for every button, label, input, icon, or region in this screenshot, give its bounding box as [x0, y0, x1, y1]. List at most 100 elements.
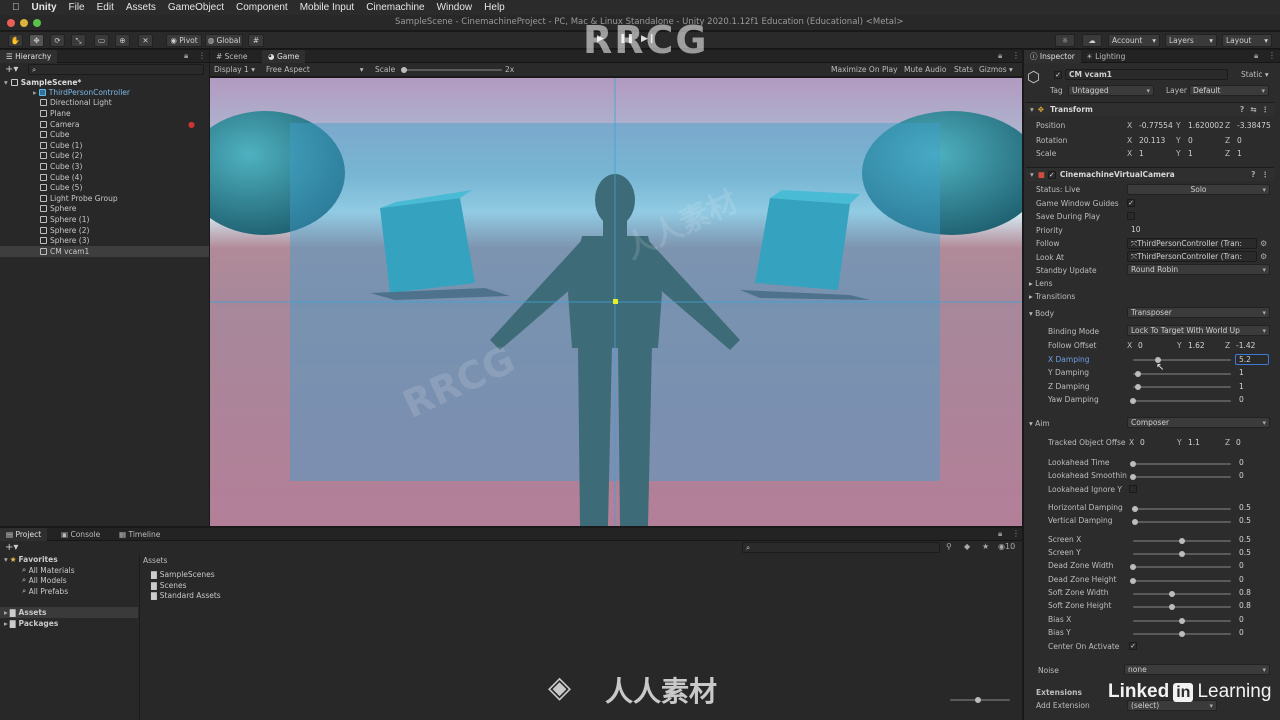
- z-damping-value[interactable]: 1: [1239, 382, 1244, 391]
- rotation-x-field[interactable]: 20.113: [1135, 135, 1175, 146]
- aim-2-slider-handle[interactable]: [1131, 506, 1138, 512]
- aim-11-slider-handle[interactable]: [1179, 631, 1185, 637]
- maximize-on-play-toggle[interactable]: Maximize On Play: [831, 65, 898, 74]
- menu-cinemachine[interactable]: Cinemachine: [366, 2, 424, 13]
- body-dropdown[interactable]: Transposer: [1127, 307, 1270, 318]
- more-icon[interactable]: ⋮: [1012, 51, 1020, 60]
- stats-toggle[interactable]: Stats: [954, 65, 973, 74]
- z-damping-slider[interactable]: [1133, 386, 1231, 388]
- hierarchy-item[interactable]: Cube (1): [0, 140, 209, 151]
- more-icon[interactable]: ⋮: [198, 51, 206, 60]
- hierarchy-item[interactable]: Cube (2): [0, 151, 209, 162]
- icon-size-slider-handle[interactable]: [975, 697, 981, 703]
- center-on-activate-checkbox[interactable]: ✓: [1129, 642, 1137, 650]
- lens-foldout[interactable]: ▸ Lens: [1029, 279, 1052, 288]
- project-search-input[interactable]: ⌕: [742, 542, 940, 553]
- layers-dropdown[interactable]: Layers ▾: [1165, 34, 1217, 47]
- cloud-icon[interactable]: ☁: [1082, 34, 1102, 47]
- grid-snap-icon[interactable]: #: [248, 34, 264, 47]
- aim-9-slider[interactable]: [1133, 606, 1231, 608]
- more-icon[interactable]: ⋮: [1268, 51, 1276, 60]
- z-damping-slider-handle[interactable]: [1134, 384, 1141, 390]
- scale-slider[interactable]: [402, 69, 502, 71]
- yaw-damping-value[interactable]: 0: [1239, 395, 1244, 404]
- hierarchy-item[interactable]: Cube (4): [0, 172, 209, 183]
- add-icon[interactable]: +▾: [5, 64, 18, 75]
- tab-project[interactable]: ▤ Project: [0, 528, 48, 541]
- position-y-field[interactable]: 1.620002: [1184, 120, 1224, 131]
- aim-2-slider[interactable]: [1133, 508, 1231, 510]
- help-icon[interactable]: ?: [1251, 170, 1255, 179]
- menu-mobile-input[interactable]: Mobile Input: [300, 2, 354, 13]
- close-window-button[interactable]: [7, 19, 15, 27]
- aspect-dropdown[interactable]: Free Aspect ▾: [266, 65, 364, 74]
- favorite-all-models[interactable]: ⌕ All Models: [22, 575, 67, 586]
- static-toggle[interactable]: Static ▾: [1241, 70, 1269, 79]
- y-damping-slider-handle[interactable]: [1134, 371, 1141, 377]
- gizmos-dropdown[interactable]: Gizmos ▾: [979, 65, 1013, 74]
- transform-header[interactable]: ▾ ✥ Transform ? ⇆ ⋮: [1026, 102, 1274, 116]
- custom-tool-icon[interactable]: ✕: [138, 34, 153, 47]
- aim-dropdown[interactable]: Composer: [1127, 417, 1270, 428]
- preset-icon[interactable]: ⇆: [1250, 105, 1256, 114]
- scale-tool-icon[interactable]: ⤡: [71, 34, 86, 47]
- save-during-play-checkbox[interactable]: [1127, 212, 1135, 220]
- hierarchy-item[interactable]: Sphere (2): [0, 225, 209, 236]
- project-root-assets[interactable]: ▸ ▇ Assets: [0, 607, 138, 618]
- minimize-window-button[interactable]: [20, 19, 28, 27]
- look-at-field[interactable]: ⤧ ThirdPersonController (Tran:: [1127, 251, 1257, 262]
- binding-mode-dropdown[interactable]: Lock To Target With World Up: [1127, 325, 1270, 336]
- aim-10-slider-handle[interactable]: [1179, 618, 1185, 624]
- tracked-offset-x-field[interactable]: 0: [1140, 438, 1145, 447]
- scale-y-field[interactable]: 1: [1184, 148, 1224, 159]
- follow-field[interactable]: ⤧ ThirdPersonController (Tran:: [1127, 238, 1257, 249]
- aim-slider-value[interactable]: 0.5: [1239, 535, 1251, 544]
- follow-picker-icon[interactable]: ⚙: [1260, 239, 1267, 248]
- aim-7-slider[interactable]: [1133, 580, 1231, 582]
- hierarchy-item[interactable]: Cube: [0, 129, 209, 140]
- priority-field[interactable]: 10: [1127, 224, 1270, 235]
- object-name-field[interactable]: CM vcam1: [1065, 69, 1228, 80]
- layer-dropdown[interactable]: Default: [1189, 85, 1269, 96]
- x-damping-slider[interactable]: [1133, 359, 1231, 361]
- tab-hierarchy[interactable]: ☰ Hierarchy: [0, 50, 58, 63]
- aim-1-slider[interactable]: [1133, 476, 1231, 478]
- aim-slider-value[interactable]: 0.5: [1239, 503, 1251, 512]
- menu-window[interactable]: Window: [437, 2, 473, 13]
- global-toggle[interactable]: ◍ Global: [205, 34, 243, 47]
- aim-3-slider[interactable]: [1133, 521, 1231, 523]
- move-tool-icon[interactable]: ✥: [29, 34, 44, 47]
- noise-dropdown[interactable]: none: [1124, 664, 1270, 675]
- tab-timeline[interactable]: ▦ Timeline: [113, 528, 166, 541]
- more-icon[interactable]: ⋮: [1262, 105, 1270, 114]
- yaw-damping-slider[interactable]: [1133, 400, 1231, 402]
- aim-1-slider-handle[interactable]: [1130, 474, 1136, 480]
- menu-assets[interactable]: Assets: [126, 2, 156, 13]
- favorite-all-prefabs[interactable]: ⌕ All Prefabs: [22, 586, 68, 597]
- scale-x-field[interactable]: 1: [1135, 148, 1175, 159]
- play-button-icon[interactable]: ▶: [597, 34, 611, 47]
- more-icon[interactable]: ⋮: [1012, 529, 1020, 538]
- display-dropdown[interactable]: Display 1 ▾: [214, 65, 255, 74]
- filter-icon[interactable]: ⚲: [946, 542, 952, 551]
- zoom-window-button[interactable]: [33, 19, 41, 27]
- project-root-packages[interactable]: ▸ ▇ Packages: [4, 618, 58, 629]
- hierarchy-item[interactable]: Sphere: [0, 204, 209, 215]
- vcam-enabled-checkbox[interactable]: ✓: [1047, 170, 1056, 179]
- hierarchy-item[interactable]: Camera ●: [0, 119, 209, 130]
- follow-offset-z-field[interactable]: -1.42: [1236, 341, 1255, 350]
- tracked-offset-z-field[interactable]: 0: [1236, 438, 1241, 447]
- apple-icon[interactable]: : [12, 2, 20, 13]
- rotation-z-field[interactable]: 0: [1233, 135, 1273, 146]
- hierarchy-item[interactable]: Sphere (3): [0, 235, 209, 246]
- asset-folder-standard-assets[interactable]: ▇ Standard Assets: [151, 590, 221, 601]
- transform-tool-icon[interactable]: ⊕: [115, 34, 130, 47]
- aim-slider-value[interactable]: 0.5: [1239, 548, 1251, 557]
- aim-3-slider-handle[interactable]: [1131, 519, 1138, 525]
- y-damping-value[interactable]: 1: [1239, 368, 1244, 377]
- hand-tool-icon[interactable]: ✋: [8, 34, 23, 47]
- hierarchy-item[interactable]: Directional Light: [0, 98, 209, 109]
- aim-foldout[interactable]: ▾ Aim: [1029, 419, 1050, 428]
- tab-game[interactable]: ◕ Game: [262, 50, 306, 63]
- object-active-checkbox[interactable]: ✓: [1054, 71, 1062, 79]
